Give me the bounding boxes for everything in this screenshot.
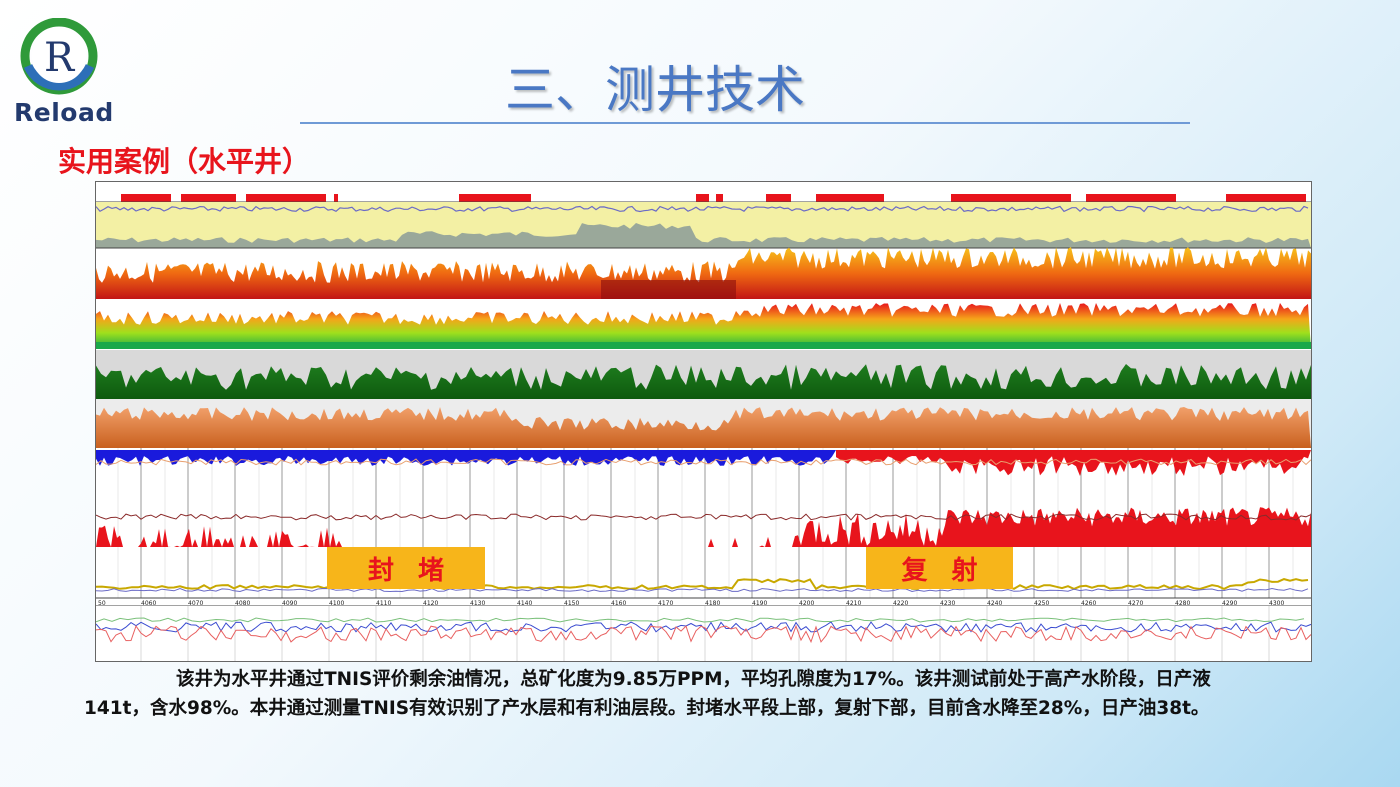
track-9-background bbox=[96, 606, 1311, 661]
well-log-panel: 50 4060 4070 4080 4090 4100 4110 4120 4130 4140 41… bbox=[95, 181, 1312, 662]
perforation-marker bbox=[951, 194, 1071, 202]
perforation-marker bbox=[1226, 194, 1306, 202]
caption-line-1: 该井为水平井通过TNIS评价剩余油情况，总矿化度为9.85万PPM，平均孔隙度为… bbox=[176, 669, 1211, 690]
well-log-tracks: 50 4060 4070 4080 4090 4100 4110 4120 4130 4140 41… bbox=[96, 182, 1311, 661]
caption-text: 该井为水平井通过TNIS评价剩余油情况，总矿化度为9.85万PPM，平均孔隙度为… bbox=[84, 665, 1314, 723]
perforation-marker bbox=[766, 194, 791, 202]
page-title: 三、测井技术 bbox=[505, 61, 805, 119]
perforation-marker bbox=[716, 194, 723, 202]
reperforate-annotation: 复射 bbox=[866, 547, 1013, 589]
caption-line-2: 141t，含水98%。本井通过测量TNIS有效识别了产水层和有利油层段。封堵水平… bbox=[84, 698, 1210, 719]
track-2-dark-zone bbox=[601, 280, 736, 299]
perforation-marker bbox=[1086, 194, 1176, 202]
perforation-marker bbox=[121, 194, 171, 202]
track-3-base bbox=[96, 342, 1311, 349]
seal-annotation-label: 封堵 bbox=[367, 555, 468, 586]
perforation-marker bbox=[696, 194, 709, 202]
perforation-marker bbox=[816, 194, 884, 202]
perforation-marker bbox=[181, 194, 236, 202]
perforation-marker bbox=[459, 194, 531, 202]
perforation-marker bbox=[246, 194, 326, 202]
page-subtitle: 实用案例（水平井） bbox=[58, 145, 311, 178]
perforation-marker bbox=[334, 194, 338, 202]
title-divider bbox=[300, 122, 1190, 124]
seal-annotation: 封堵 bbox=[327, 547, 485, 589]
reperforate-annotation-label: 复射 bbox=[901, 555, 1002, 586]
